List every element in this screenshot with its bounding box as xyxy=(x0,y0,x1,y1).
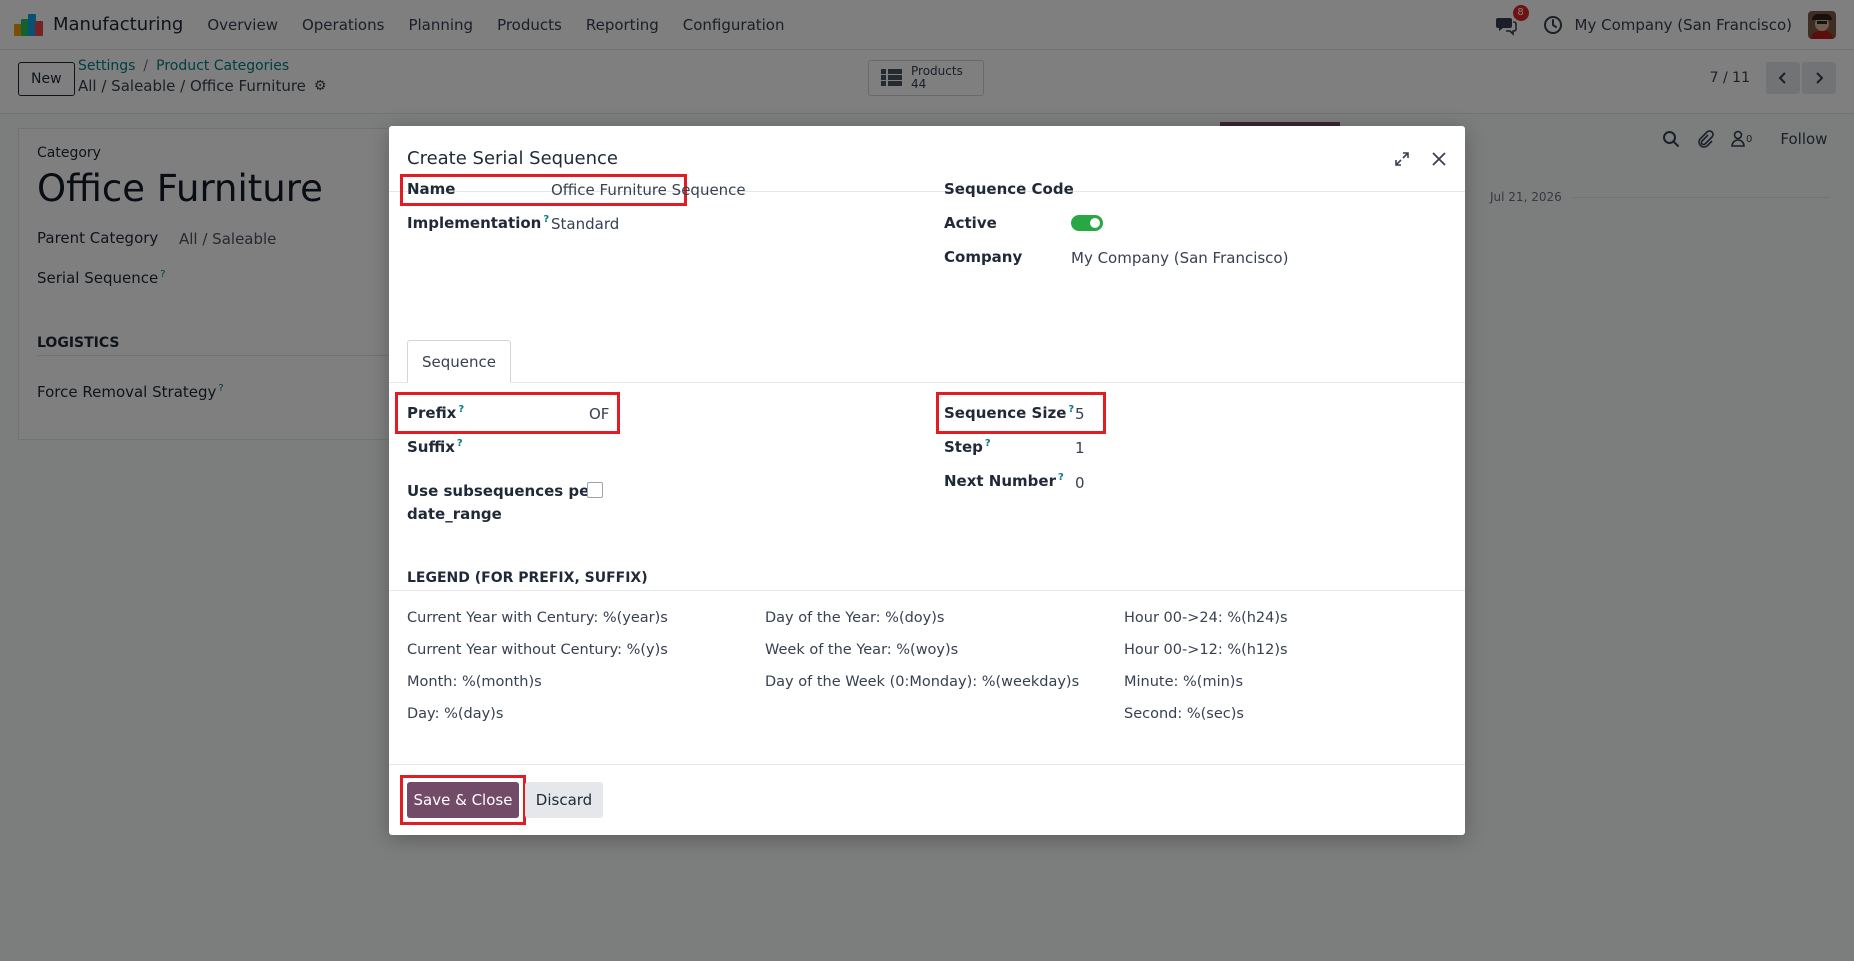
expand-icon xyxy=(1395,152,1409,166)
discard-button[interactable]: Discard xyxy=(525,782,603,818)
tab-divider xyxy=(389,382,1465,383)
active-toggle[interactable] xyxy=(1071,215,1103,231)
sequence-size-input[interactable]: 5 xyxy=(1075,405,1085,423)
suffix-label: Suffix? xyxy=(407,438,463,456)
close-icon xyxy=(1432,152,1446,166)
legend-item: Day: %(day)s xyxy=(407,706,504,722)
subsequences-label: Use subsequences per xyxy=(407,482,597,500)
legend-item: Minute: %(min)s xyxy=(1124,674,1244,690)
legend-item: Month: %(month)s xyxy=(407,674,542,690)
dialog-title: Create Serial Sequence xyxy=(407,148,618,169)
tab-sequence[interactable]: Sequence xyxy=(407,340,511,383)
implementation-select[interactable]: Standard xyxy=(551,215,619,233)
legend-item: Hour 00->12: %(h12)s xyxy=(1124,642,1288,658)
step-input[interactable]: 1 xyxy=(1075,439,1085,457)
sequence-code-label: Sequence Code xyxy=(944,180,1074,198)
sequence-code-input[interactable] xyxy=(1071,180,1431,200)
legend-item: Day of the Year: %(doy)s xyxy=(765,610,945,626)
legend-item: Week of the Year: %(woy)s xyxy=(765,642,959,658)
expand-button[interactable] xyxy=(1388,145,1416,173)
legend-divider xyxy=(389,590,1465,591)
prefix-input[interactable]: OF xyxy=(589,405,609,423)
name-label: Name xyxy=(407,180,456,198)
subsequences-label-2: date_range xyxy=(407,505,502,523)
legend-item: Current Year with Century: %(year)s xyxy=(407,610,668,626)
prefix-label: Prefix? xyxy=(407,404,465,422)
legend-item: Current Year without Century: %(y)s xyxy=(407,642,668,658)
company-label: Company xyxy=(944,248,1023,266)
legend-title: LEGEND (FOR PREFIX, SUFFIX) xyxy=(407,570,648,586)
implementation-label: Implementation? xyxy=(407,214,550,232)
legend-item: Second: %(sec)s xyxy=(1124,706,1244,722)
next-number-label: Next Number? xyxy=(944,472,1064,490)
legend-item: Day of the Week (0:Monday): %(weekday)s xyxy=(765,674,1080,690)
active-label: Active xyxy=(944,214,997,232)
legend-item: Hour 00->24: %(h24)s xyxy=(1124,610,1288,626)
footer-divider xyxy=(389,764,1465,765)
sequence-size-label: Sequence Size? xyxy=(944,404,1075,422)
step-label: Step? xyxy=(944,438,991,456)
subsequences-checkbox[interactable] xyxy=(587,482,603,498)
suffix-input[interactable] xyxy=(551,438,911,458)
company-select[interactable]: My Company (San Francisco) xyxy=(1071,249,1288,267)
close-button[interactable] xyxy=(1425,145,1453,173)
create-serial-sequence-dialog: Create Serial Sequence Name Office Furni… xyxy=(389,126,1465,835)
save-close-button[interactable]: Save & Close xyxy=(407,782,519,818)
next-number-input[interactable]: 0 xyxy=(1075,474,1085,492)
name-input[interactable]: Office Furniture Sequence xyxy=(551,181,746,199)
